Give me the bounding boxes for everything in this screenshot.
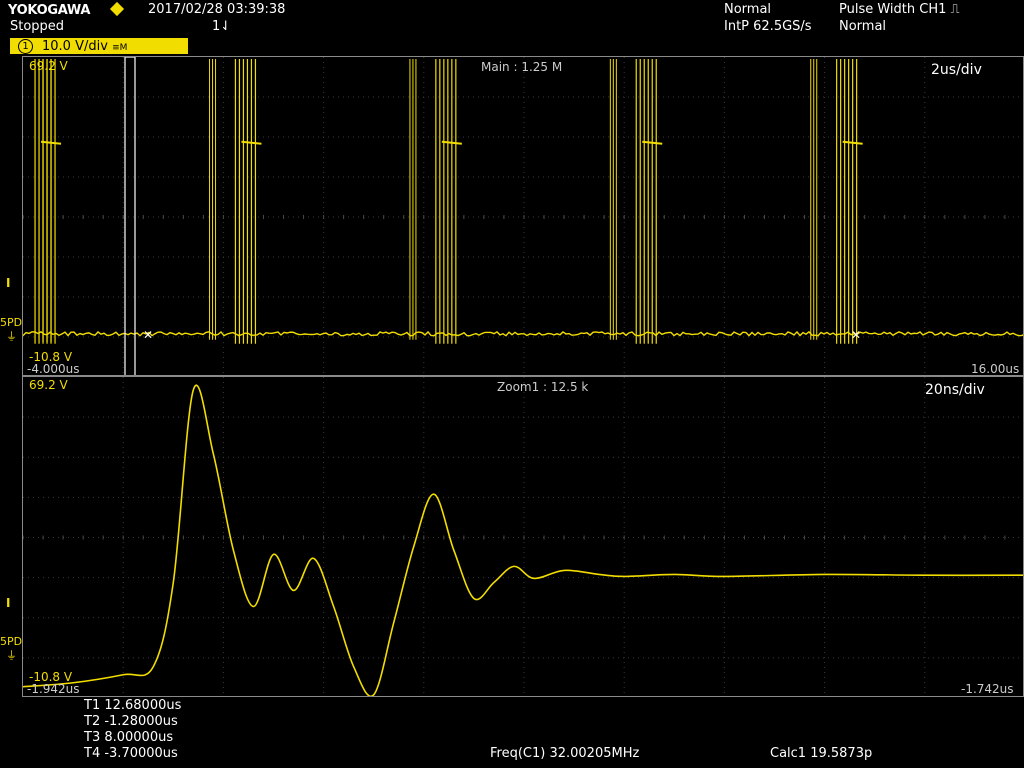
main-pulse-burst [23,59,61,344]
main-timebase[interactable]: 2us/div [931,63,982,77]
sample-rate: IntP 62.5GS/s [724,20,812,34]
cursor-cross-1: ✕ [143,328,153,342]
main-high-plateau [642,142,662,144]
grid [23,57,1024,376]
main-x-start-label: -4.000us [27,363,80,376]
brand-diamond-icon [110,2,124,16]
trigger-type[interactable]: Pulse Width CH1 ⎍ [839,3,960,17]
main-waveform-plot: ✕ ✕ [23,57,1024,376]
zoom-y-top-label: 69.2 V [29,379,68,392]
main-y-top-label: 69.2 V [29,60,68,73]
zoom-waveform-plot [23,377,1024,697]
datetime: 2017/02/28 03:39:38 [148,3,285,17]
run-status: Stopped [10,20,64,34]
trigger-level-marker-zoom[interactable]: I [6,596,10,610]
trigger-mode[interactable]: Normal [839,20,886,34]
main-window-title: Main : 1.25 M [481,61,562,74]
header-bar: YOKOGAWA Stopped 2017/02/28 03:39:38 1⇃ … [0,0,1024,37]
main-pulse-burst [210,59,262,344]
cursor-t4: T4 -3.70000us [84,747,178,761]
calc-readout: Calc1 19.5873p [770,747,872,761]
main-pulse-burst [811,59,863,344]
zoom-x-start-label: -1.942us [27,683,80,696]
grid [23,377,1024,697]
cursor-t3: T3 8.00000us [84,731,173,745]
channel-number: 1 [18,39,33,54]
acquisition-mode[interactable]: Normal [724,3,771,17]
ground-icon-main: ⏚ [6,331,17,343]
zoom-waveform-window[interactable]: 69.2 V Zoom1 : 12.5 k 20ns/div -10.8 V -… [22,376,1024,697]
ground-icon-zoom: ⏚ [6,650,17,662]
frequency-readout: Freq(C1) 32.00205MHz [490,747,639,761]
main-high-plateau [843,142,863,144]
cursor-t1: T1 12.68000us [84,699,181,713]
main-pulse-burst [410,59,462,344]
zoom-waveform-trace [23,385,1024,696]
trigger-level-marker-main[interactable]: I [6,276,10,290]
cursor-t2: T2 -1.28000us [84,715,178,729]
main-waveform-window[interactable]: ✕ ✕ 69.2 V Main : 1.25 M 2us/div -10.8 V … [22,56,1024,376]
brand-logo: YOKOGAWA [8,3,90,18]
cursor-cross-2: ✕ [851,328,861,342]
channel-1-tag[interactable]: 1 10.0 V/div ≡M [10,38,188,54]
position-marker-main[interactable]: 5PD [0,317,22,329]
zoom-window-title: Zoom1 : 12.5 k [497,381,588,394]
channel-scale: 10.0 V/div ≡M [42,39,127,54]
main-x-end-label: 16.00us [971,363,1019,376]
main-high-plateau [241,142,261,144]
main-high-plateau [442,142,462,144]
main-pulse-burst [610,59,662,344]
zoom-timebase[interactable]: 20ns/div [925,383,985,397]
zoom-x-end-label: -1.742us [961,683,1014,696]
history-icon[interactable]: 1⇃ [212,20,231,34]
position-marker-zoom[interactable]: 5PD [0,636,22,648]
